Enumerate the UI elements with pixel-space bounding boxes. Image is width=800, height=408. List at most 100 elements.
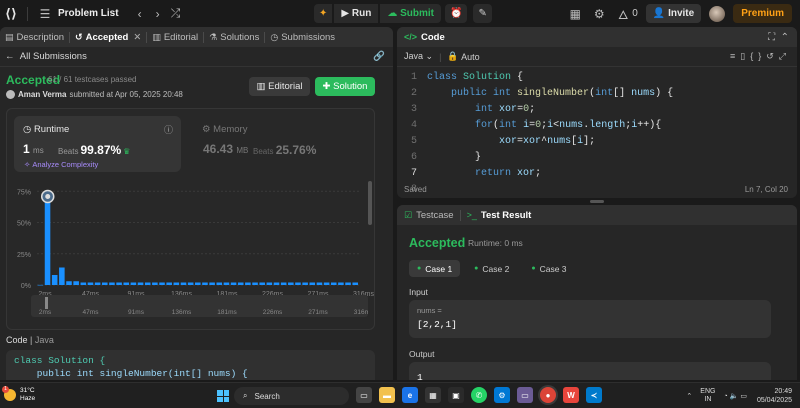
chart-bar — [202, 282, 208, 285]
range-slider[interactable]: 2ms 47ms 91ms 136ms 181ms 226ms 271ms 316ms — [31, 295, 374, 317]
app-icon[interactable]: ▣ — [448, 387, 464, 403]
maximize-icon[interactable]: ⛶ ⌃ — [768, 32, 789, 43]
shuffle-icon[interactable]: ⤮ — [167, 6, 185, 21]
output-box[interactable]: 1 — [409, 362, 771, 380]
volume-icon[interactable]: 🔈 — [730, 392, 739, 400]
code-line: 6 } — [410, 152, 482, 163]
vscode-icon[interactable]: ≺ — [586, 387, 602, 403]
range-tick-label: 271ms — [308, 309, 328, 316]
language-indicator[interactable]: ENG IN — [700, 388, 715, 404]
tab-test-result[interactable]: Test Result — [481, 210, 532, 221]
language-select[interactable]: Java ⌄ — [404, 51, 433, 62]
runtime-card[interactable]: ◷ Runtime ⓘ 1 ms Beats 99.87% ♛ ✧ Analyze … — [14, 116, 181, 172]
store-icon[interactable]: ▦ — [425, 387, 441, 403]
timer-icon[interactable]: ⏰ — [444, 4, 468, 23]
invite-button[interactable]: 👤 Invite — [645, 4, 702, 23]
streak-fire-icon[interactable]: 🜂 — [614, 1, 632, 26]
chrome-icon[interactable]: ● — [540, 387, 556, 403]
case-tab-3[interactable]: ● Case 3 — [523, 260, 574, 277]
range-tick-label: 136ms — [172, 309, 192, 316]
next-problem-icon[interactable]: › — [149, 7, 167, 21]
problem-list-icon[interactable]: ☰ — [36, 7, 54, 21]
all-submissions-link[interactable]: ← All Submissions 🔗 — [0, 47, 393, 67]
chart-bar — [245, 282, 251, 285]
cloud-upload-icon: ☁ — [387, 8, 401, 19]
chart-bar — [316, 282, 323, 285]
problem-list-link[interactable]: Problem List — [58, 8, 119, 19]
editor-actions[interactable]: ≡▯{}↺⤢ — [730, 51, 791, 62]
user-name[interactable]: Aman Verma — [18, 90, 66, 99]
tab-accepted[interactable]: ↺ Accepted ✕ — [70, 32, 146, 43]
book-icon: ▥ — [152, 31, 161, 42]
tab-submissions[interactable]: ◷ Submissions — [265, 32, 340, 43]
chart-bar — [159, 282, 165, 285]
wps-icon[interactable]: W — [563, 387, 579, 403]
notes-icon[interactable]: ✎ — [473, 4, 492, 23]
case-tab-2[interactable]: ● Case 2 — [466, 260, 517, 277]
share-link-icon[interactable]: 🔗 — [373, 51, 385, 62]
weather-widget[interactable]: 1 31°C Haze — [2, 386, 35, 403]
leetcode-logo-icon[interactable]: ⟨⟩ — [5, 6, 19, 22]
submission-panel: ▤ Description ↺ Accepted ✕ ▥ Editorial ⚗ Solu… — [0, 27, 393, 380]
solution-button[interactable]: ✚ Solution — [315, 77, 375, 96]
chart-bar — [266, 282, 273, 285]
range-tick-label: 316ms — [354, 309, 368, 316]
chart-bar — [59, 267, 65, 285]
chart-bar — [280, 282, 287, 285]
input-box[interactable]: nums = [2,2,1] — [409, 300, 771, 338]
run-button[interactable]: ▶ Run — [334, 4, 379, 23]
output-value: 1 — [417, 372, 423, 380]
layout-grid-icon[interactable]: ▦ — [566, 7, 584, 21]
taskbar-search[interactable]: ⌕ Search — [234, 387, 349, 405]
chart-bar — [223, 282, 230, 285]
code-line: 4 for(int i=0;i<nums.length;i++){ — [410, 120, 662, 131]
submit-button[interactable]: ☁ Submit — [380, 4, 441, 23]
memory-card[interactable]: ⚙ Memory 46.43 MB Beats 25.76% — [198, 116, 368, 172]
media-icon[interactable]: ▭ — [517, 387, 533, 403]
whatsapp-icon[interactable]: ✆ — [471, 387, 487, 403]
auto-mode[interactable]: Auto — [461, 52, 480, 62]
battery-icon[interactable]: ▭ — [740, 392, 747, 400]
tab-editorial[interactable]: ▥ Editorial — [147, 32, 203, 43]
submission-meta: Aman Verma submitted at Apr 05, 2025 20:… — [6, 90, 183, 99]
task-view-icon[interactable]: ▭ — [356, 387, 372, 403]
lock-icon: 🔒 — [447, 51, 462, 61]
premium-button[interactable]: Premium — [733, 4, 792, 23]
system-tray: ⌃ ENG IN ◔ 🔈 ▭ 20:49 05/04/2025 — [686, 387, 792, 405]
debug-icon[interactable]: ✦ — [314, 4, 333, 23]
tab-testcase[interactable]: Testcase — [416, 210, 454, 221]
resize-handle[interactable] — [590, 200, 604, 203]
avatar[interactable] — [709, 5, 726, 22]
save-status: Saved — [404, 185, 427, 194]
chart-bar — [330, 282, 337, 285]
prev-problem-icon[interactable]: ‹ — [131, 7, 149, 21]
clock[interactable]: 20:49 05/04/2025 — [757, 387, 792, 405]
close-tab-icon[interactable]: ✕ — [133, 32, 141, 43]
windows-start-icon[interactable] — [217, 390, 229, 402]
info-icon[interactable]: ⓘ — [164, 123, 173, 136]
divider — [27, 6, 28, 21]
code-line: 5 xor=xor^nums[i]; — [410, 136, 596, 147]
scrollbar[interactable] — [368, 181, 372, 225]
settings-icon[interactable]: ⚙ — [590, 7, 608, 21]
wifi-icon[interactable]: ◔ — [723, 393, 727, 400]
input-label: Input — [409, 287, 428, 297]
tab-solutions[interactable]: ⚗ Solutions — [204, 32, 264, 43]
file-explorer-icon[interactable]: ▬ — [379, 387, 395, 403]
top-right-controls: ▦ ⚙ 🜂 0 👤 Invite Premium — [560, 4, 792, 23]
code-lines[interactable]: 1 class Solution { 2 public int singleNum… — [397, 70, 797, 198]
runtime-label: ◷ Runtime — [23, 124, 70, 135]
description-icon: ▤ — [5, 31, 14, 42]
runtime-value: 1 ms — [23, 142, 44, 156]
case-tabs: ● Case 1 ● Case 2 ● Case 3 — [409, 260, 581, 277]
sun-icon: 1 — [2, 386, 16, 401]
analyze-complexity-link[interactable]: ✧ Analyze Complexity — [24, 160, 98, 169]
case-tab-1[interactable]: ● Case 1 — [409, 260, 461, 277]
edge-icon[interactable]: e — [402, 387, 418, 403]
chevron-up-icon[interactable]: ⌃ — [686, 392, 692, 400]
editorial-button[interactable]: ▥ Editorial — [249, 77, 310, 96]
chart-bar — [51, 275, 58, 285]
settings-app-icon[interactable]: ⚙ — [494, 387, 510, 403]
tab-description[interactable]: ▤ Description — [0, 32, 69, 43]
editor-header: </> Code ⛶ ⌃ — [397, 27, 797, 47]
